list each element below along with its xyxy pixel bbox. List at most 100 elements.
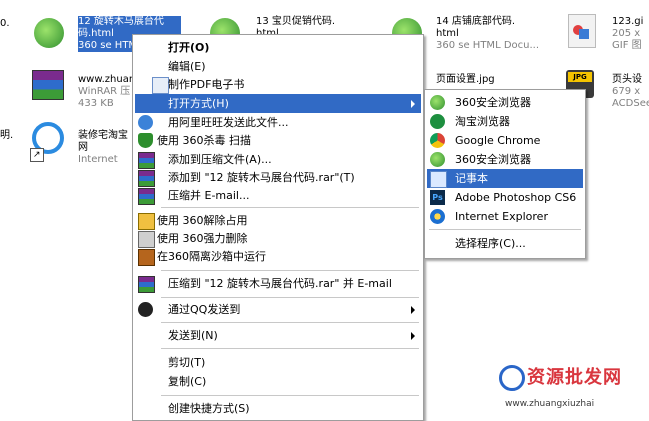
open-with-notepad[interactable]: 记事本 [427, 169, 583, 188]
open-with-360-browser-label: 360安全浏览器 [455, 96, 531, 109]
open-with-360-browser[interactable]: 360安全浏览器 [427, 93, 583, 112]
file-rar-label[interactable]: www.zhuan WinRAR 压 433 KB [78, 74, 135, 110]
360-delete-icon [138, 231, 155, 248]
menu-item-open-label: 打开(O) [168, 41, 210, 54]
file-yetou-label[interactable]: 页头设 679 x ACDSee [612, 74, 649, 110]
360-sandbox-icon [138, 249, 155, 266]
file-jpg-line1: 页面设置.jpg [436, 74, 495, 85]
menu-item-copy[interactable]: 复制(C) [135, 372, 421, 391]
file-url-line3: Internet [78, 154, 118, 165]
360-antivirus-icon [138, 133, 153, 148]
winrar-archive-icon[interactable] [32, 70, 64, 100]
file-rar-line1: www.zhuan [78, 74, 136, 85]
winrar-icon [138, 188, 155, 205]
watermark-url: www.zhuangxiuzhai [505, 399, 595, 409]
open-with-360-browser-2[interactable]: 360安全浏览器 [427, 150, 583, 169]
notepad-icon [430, 171, 447, 188]
file-123-line2: 205 x [612, 28, 641, 39]
menu-item-send-to-label: 发送到(N) [168, 329, 218, 342]
menu-item-aliwangwang-label: 用阿里旺旺发送此文件... [168, 116, 289, 129]
menu-separator [161, 270, 419, 271]
file-12-line1: 12 旋转木马展台代 [78, 16, 182, 28]
menu-item-create-shortcut[interactable]: 创建快捷方式(S) [135, 399, 421, 418]
file-14-label[interactable]: 14 店铺底部代码. html 360 se HTML Docu... [436, 16, 539, 52]
360-browser-icon [430, 95, 445, 110]
menu-item-open[interactable]: 打开(O) [135, 38, 421, 57]
menu-item-compress-email[interactable]: 压缩并 E-mail... [135, 186, 421, 205]
submenu-arrow-icon [411, 306, 415, 314]
menu-item-compress-email-label: 压缩并 E-mail... [168, 189, 250, 202]
left-fragment-middle: 明. [0, 130, 14, 141]
menu-item-compress-to-rar-email-label: 压缩到 "12 旋转木马展台代码.rar" 并 E-mail [168, 277, 392, 290]
internet-shortcut-icon[interactable]: ↗ [30, 122, 66, 162]
menu-item-compress-to-rar-email[interactable]: 压缩到 "12 旋转木马展台代码.rar" 并 E-mail [135, 274, 421, 293]
watermark-title: 资源批发网 [527, 367, 622, 388]
menu-item-edit[interactable]: 编辑(E) [135, 57, 421, 76]
qq-icon [138, 302, 153, 317]
menu-item-360-delete[interactable]: 使用 360强力删除 [135, 229, 421, 248]
open-with-photoshop-label: Adobe Photoshop CS6 [455, 191, 577, 204]
pdf-icon [152, 77, 169, 94]
taobao-browser-icon [430, 114, 445, 129]
menu-item-add-archive[interactable]: 添加到压缩文件(A)... [135, 150, 421, 169]
menu-item-open-with-label: 打开方式(H) [168, 97, 229, 110]
menu-item-make-pdf-label: 制作PDF电子书 [168, 78, 245, 91]
menu-item-360-delete-label: 使用 360强力删除 [157, 232, 248, 245]
open-with-taobao-browser[interactable]: 淘宝浏览器 [427, 112, 583, 131]
menu-item-make-pdf[interactable]: 制作PDF电子书 [135, 75, 421, 94]
winrar-icon [138, 276, 155, 293]
menu-separator [429, 229, 581, 230]
menu-item-cut-label: 剪切(T) [168, 356, 206, 369]
menu-item-add-to-rar[interactable]: 添加到 "12 旋转木马展台代码.rar"(T) [135, 168, 421, 187]
photoshop-icon: Ps [430, 190, 445, 205]
aliwangwang-icon [138, 115, 153, 130]
menu-separator [161, 207, 419, 208]
winrar-icon [138, 170, 155, 187]
file-url-label[interactable]: 装修宅淘宝 网 Internet [78, 130, 128, 166]
file-14-line2: html [436, 28, 459, 39]
watermark-logo-icon [499, 365, 525, 391]
menu-item-edit-label: 编辑(E) [168, 60, 206, 73]
file-url-line2: 网 [78, 142, 88, 153]
open-with-notepad-label: 记事本 [455, 172, 488, 185]
file-jpg-label[interactable]: 页面设置.jpg [436, 74, 495, 86]
file-yetou-line3: ACDSee [612, 98, 649, 109]
gif-file-icon[interactable] [568, 14, 596, 48]
file-rar-line2: WinRAR 压 [78, 86, 131, 97]
menu-item-send-to[interactable]: 发送到(N) [135, 326, 421, 345]
menu-item-add-to-rar-label: 添加到 "12 旋转木马展台代码.rar"(T) [168, 171, 355, 184]
watermark: 资源批发网 www.zhuangxiuzhai [499, 359, 641, 415]
file-123-line1: 123.gi [612, 16, 644, 27]
menu-separator [161, 297, 419, 298]
menu-item-360-sandbox[interactable]: 在360隔离沙箱中运行 [135, 247, 421, 266]
menu-item-cut[interactable]: 剪切(T) [135, 353, 421, 372]
submenu-arrow-icon [411, 332, 415, 340]
winrar-icon [138, 152, 155, 169]
menu-item-360-sandbox-label: 在360隔离沙箱中运行 [157, 250, 266, 263]
menu-item-360-unlock[interactable]: 使用 360解除占用 [135, 211, 421, 230]
open-with-choose-program[interactable]: 选择程序(C)... [427, 234, 583, 253]
open-with-ie-label: Internet Explorer [455, 210, 548, 223]
menu-item-360-unlock-label: 使用 360解除占用 [157, 214, 248, 227]
ie-icon [430, 209, 445, 224]
menu-item-send-qq[interactable]: 通过QQ发送到 [135, 300, 421, 319]
chrome-icon [430, 133, 445, 148]
file-rar-line3: 433 KB [78, 98, 114, 109]
left-fragment-top: 0. [0, 18, 10, 29]
menu-item-aliwangwang[interactable]: 用阿里旺旺发送此文件... [135, 113, 421, 132]
menu-item-360-scan-label: 使用 360杀毒 扫描 [157, 134, 251, 147]
menu-item-open-with[interactable]: 打开方式(H) [135, 94, 421, 113]
open-with-chrome[interactable]: Google Chrome [427, 131, 583, 150]
open-with-taobao-browser-label: 淘宝浏览器 [455, 115, 510, 128]
360-browser-icon [430, 152, 445, 167]
menu-separator [161, 395, 419, 396]
open-with-photoshop[interactable]: Ps Adobe Photoshop CS6 [427, 188, 583, 207]
menu-item-send-qq-label: 通过QQ发送到 [168, 303, 241, 316]
context-menu: 打开(O) 编辑(E) 制作PDF电子书 打开方式(H) 用阿里旺旺发送此文件.… [132, 34, 424, 421]
file-yetou-line1: 页头设 [612, 74, 642, 85]
file-123-label[interactable]: 123.gi 205 x GIF 图 [612, 16, 643, 52]
html-file-icon[interactable] [34, 18, 64, 48]
menu-item-add-archive-label: 添加到压缩文件(A)... [168, 153, 272, 166]
open-with-ie[interactable]: Internet Explorer [427, 207, 583, 226]
menu-item-360-scan[interactable]: 使用 360杀毒 扫描 [135, 131, 421, 150]
